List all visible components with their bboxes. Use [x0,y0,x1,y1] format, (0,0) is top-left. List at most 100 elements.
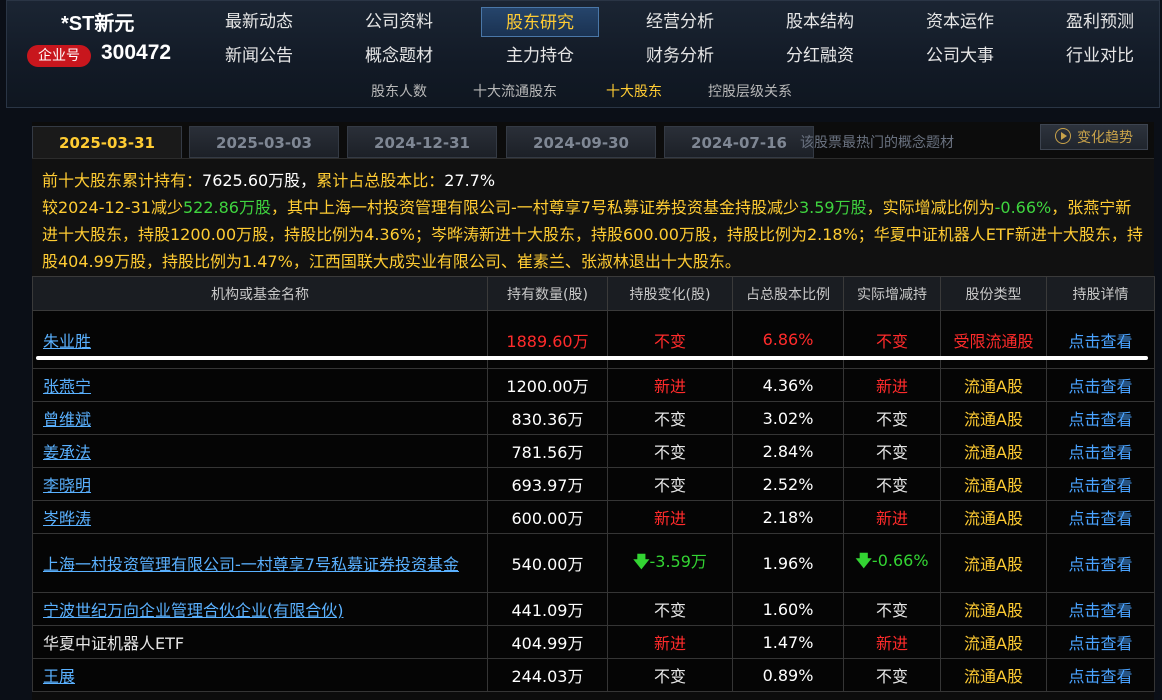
summary-part: 7625.60万股， [202,171,317,190]
col-header-qty[interactable]: 持有数量(股) [487,276,608,311]
cell-type: 流通A股 [940,625,1047,659]
actual-change: 不变 [875,331,908,351]
shareholder-name[interactable]: 宁波世纪万向企业管理合伙企业(有限合伙) [43,601,344,620]
view-detail-link[interactable]: 点击查看 [1068,634,1132,653]
view-detail-link[interactable]: 点击查看 [1068,476,1132,495]
shareholder-name[interactable]: 姜承法 [43,443,91,462]
cell-detail: 点击查看 [1046,625,1155,659]
cell-type: 流通A股 [940,368,1047,402]
nav-concepts[interactable]: 概念题材 [340,41,458,71]
view-detail-link[interactable]: 点击查看 [1068,555,1132,574]
view-detail-link[interactable]: 点击查看 [1068,509,1132,528]
col-header-change[interactable]: 持股变化(股) [607,276,733,311]
share-type: 流通A股 [964,634,1023,653]
table-row: 王展 244.03万 不变 0.89% 不变 流通A股 点击查看 [32,658,1155,692]
nav-events[interactable]: 公司大事 [901,41,1019,71]
enterprise-badge[interactable]: 企业号 [27,45,91,67]
subnav-top10[interactable]: 十大股东 [606,81,662,101]
trend-button[interactable]: 变化趋势 [1040,124,1148,150]
holding-change: 新进 [653,377,686,396]
cell-qty: 600.00万 [487,500,608,534]
tab-2024-12-31[interactable]: 2024-12-31 [347,126,497,158]
tab-2025-03-03[interactable]: 2025-03-03 [189,126,339,158]
nav-operations[interactable]: 经营分析 [621,7,739,37]
shareholder-name[interactable]: 李晓明 [43,476,91,495]
cell-ratio: 1.96% [732,533,844,593]
holding-change: 不变 [653,601,686,620]
shareholder-name[interactable]: 张燕宁 [43,377,91,396]
share-type: 流通A股 [964,476,1023,495]
nav-earnings-forecast[interactable]: 盈利预测 [1041,7,1159,37]
col-header-detail[interactable]: 持股详情 [1046,276,1155,311]
cell-detail: 点击查看 [1046,368,1155,402]
cell-ratio: 4.36% [732,368,844,402]
table-row: 李晓明 693.97万 不变 2.52% 不变 流通A股 点击查看 [32,467,1155,501]
cell-detail: 点击查看 [1046,500,1155,534]
nav-financials[interactable]: 财务分析 [621,41,739,71]
tab-2025-03-31[interactable]: 2025-03-31 [32,126,182,162]
col-header-type[interactable]: 股份类型 [940,276,1047,311]
actual-change: 新进 [875,634,908,653]
share-type: 受限流通股 [953,331,1034,351]
view-detail-link[interactable]: 点击查看 [1068,601,1132,620]
cell-ratio: 1.60% [732,592,844,626]
share-type: 流通A股 [964,443,1023,462]
cell-change: 新进 [607,500,733,534]
summary-text: 前十大股东累计持有：7625.60万股，累计占总股本比：27.7% 较2024-… [32,158,1154,276]
holding-ratio: 1.96% [762,553,814,573]
col-header-ratio[interactable]: 占总股本比例 [732,276,844,311]
nav-news[interactable]: 新闻公告 [200,41,318,71]
summary-part: 522.86万股 [183,198,271,217]
subnav-holding-hierarchy[interactable]: 控股层级关系 [708,81,792,101]
subnav-top10-float[interactable]: 十大流通股东 [473,81,557,101]
cell-qty: 693.97万 [487,467,608,501]
share-type: 流通A股 [964,509,1023,528]
shareholder-panel: 2025-03-31 2025-03-03 2024-12-31 2024-09… [32,122,1155,700]
tab-2024-09-30[interactable]: 2024-09-30 [506,126,656,158]
shareholder-name[interactable]: 曾维斌 [43,410,91,429]
holding-qty: 1889.60万 [506,331,589,351]
nav-company-info[interactable]: 公司资料 [340,7,458,37]
view-detail-link[interactable]: 点击查看 [1068,667,1132,686]
nav-latest[interactable]: 最新动态 [200,7,318,37]
shareholder-name[interactable]: 上海一村投资管理有限公司-一村尊享7号私募证券投资基金 [43,555,459,574]
cell-ratio: 2.18% [732,500,844,534]
cell-qty: 244.03万 [487,658,608,692]
shareholder-name[interactable]: 王展 [43,667,75,686]
arrow-down-icon: 🡇 [855,550,872,570]
table-header-row: 机构或基金名称 持有数量(股) 持股变化(股) 占总股本比例 实际增减持 股份类… [32,276,1155,311]
subnav-shareholder-count[interactable]: 股东人数 [371,81,427,101]
nav-dividends[interactable]: 分红融资 [761,41,879,71]
col-header-name[interactable]: 机构或基金名称 [32,276,488,311]
nav-main-holdings[interactable]: 主力持仓 [481,41,599,71]
cell-change: 不变 [607,592,733,626]
shareholder-name[interactable]: 朱业胜 [43,332,91,351]
actual-change: 不变 [875,601,908,620]
cell-actual: 新进 [843,625,941,659]
col-header-actual[interactable]: 实际增减持 [843,276,941,311]
holding-qty: 693.97万 [511,476,584,495]
holding-ratio: 1.47% [762,632,814,652]
view-detail-link[interactable]: 点击查看 [1068,332,1132,351]
view-detail-link[interactable]: 点击查看 [1068,410,1132,429]
table-row: 上海一村投资管理有限公司-一村尊享7号私募证券投资基金 540.00万 🡇-3.59… [32,533,1155,593]
shareholder-name[interactable]: 岑晔涛 [43,509,91,528]
nav-capital-ops[interactable]: 资本运作 [901,7,1019,37]
cell-detail: 点击查看 [1046,401,1155,435]
nav-shareholder-research[interactable]: 股东研究 [481,7,599,37]
table-row: 姜承法 781.56万 不变 2.84% 不变 流通A股 点击查看 [32,434,1155,468]
cell-name: 宁波世纪万向企业管理合伙企业(有限合伙) [32,592,488,626]
holding-change: 不变 [653,331,686,351]
view-detail-link[interactable]: 点击查看 [1068,377,1132,396]
holding-change: 不变 [653,476,686,495]
share-type: 流通A股 [964,377,1023,396]
cell-name: 李晓明 [32,467,488,501]
nav-capital-structure[interactable]: 股本结构 [761,7,879,37]
cell-name: 岑晔涛 [32,500,488,534]
table-row: 曾维斌 830.36万 不变 3.02% 不变 流通A股 点击查看 [32,401,1155,435]
cell-qty: 781.56万 [487,434,608,468]
tab-2024-07-16[interactable]: 2024-07-16 [664,126,814,158]
view-detail-link[interactable]: 点击查看 [1068,443,1132,462]
nav-industry-compare[interactable]: 行业对比 [1041,41,1159,71]
cell-change: 不变 [607,434,733,468]
